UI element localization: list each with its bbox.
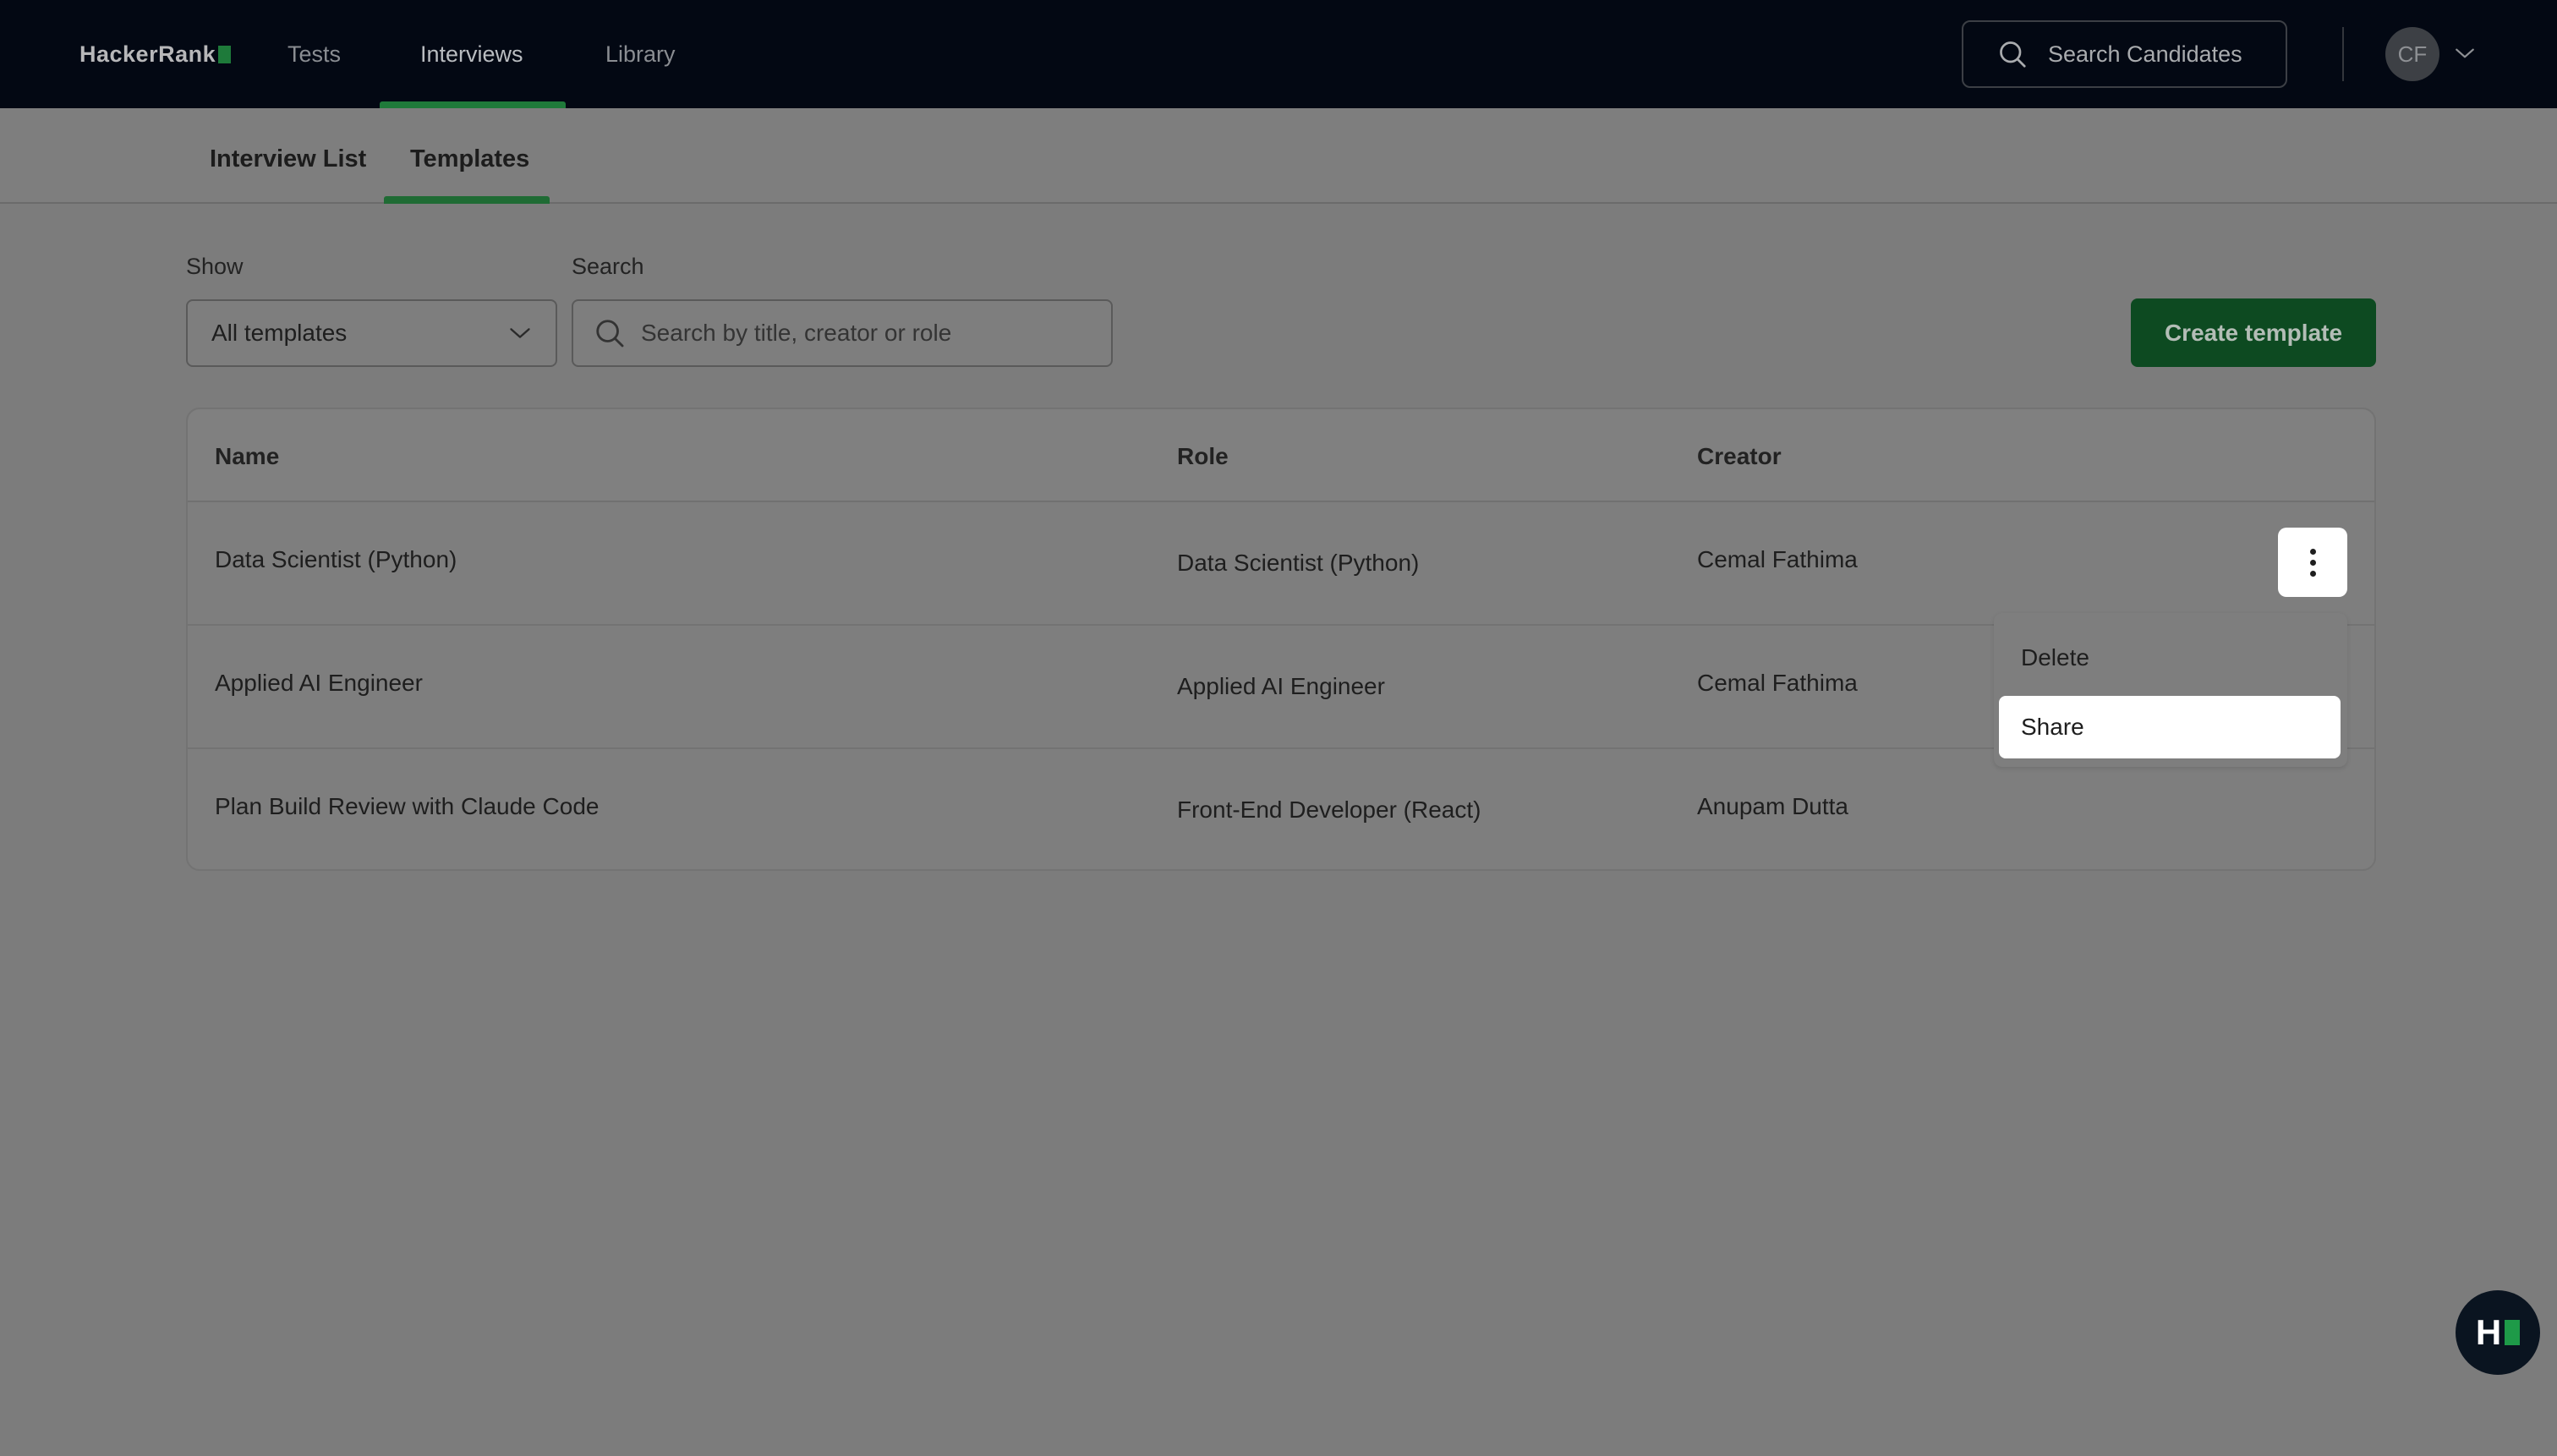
- table-header: Name Role Creator: [188, 409, 2374, 502]
- template-creator: Cemal Fathima: [1697, 670, 1858, 696]
- active-tab-indicator: [384, 196, 550, 204]
- template-name[interactable]: Plan Build Review with Claude Code: [215, 793, 599, 820]
- template-role: Data Scientist (Python): [1177, 550, 1420, 576]
- brand-mark-icon: [2505, 1320, 2521, 1345]
- show-label: Show: [186, 254, 244, 279]
- search-icon: [2000, 41, 2026, 68]
- template-search-field: [572, 299, 1113, 367]
- create-template-button[interactable]: Create template: [2131, 298, 2376, 367]
- template-name[interactable]: Applied AI Engineer: [215, 670, 423, 697]
- menu-item-delete[interactable]: Delete: [1999, 627, 2341, 689]
- active-nav-indicator: [380, 101, 566, 108]
- chevron-down-icon[interactable]: [2454, 44, 2476, 63]
- kebab-dot: [2309, 570, 2316, 577]
- help-chat-button[interactable]: H: [2456, 1290, 2540, 1375]
- nav-link-interviews[interactable]: Interviews: [420, 36, 523, 73]
- search-candidates-button[interactable]: Search Candidates: [1962, 20, 2287, 88]
- template-creator: Cemal Fathima: [1697, 546, 1858, 572]
- search-label: Search: [572, 254, 644, 279]
- hackerrank-logo[interactable]: HackerRank: [79, 39, 232, 69]
- menu-item-share[interactable]: Share: [1999, 696, 2341, 758]
- kebab-dot: [2309, 548, 2316, 555]
- template-creator: Anupam Dutta: [1697, 793, 1848, 819]
- table-row[interactable]: Data Scientist (Python) Data Scientist (…: [188, 502, 2374, 626]
- row-actions-menu: Delete Share: [1994, 613, 2347, 767]
- brand-name: HackerRank: [79, 41, 216, 67]
- column-header-role: Role: [1177, 443, 1229, 469]
- column-header-name: Name: [215, 443, 280, 469]
- show-select-value: All templates: [211, 320, 348, 346]
- column-header-creator: Creator: [1697, 443, 1782, 469]
- row-actions-kebab-button[interactable]: [2278, 528, 2347, 597]
- show-templates-select[interactable]: All templates: [186, 299, 557, 367]
- template-role: Front-End Developer (React): [1177, 796, 1481, 823]
- search-candidates-label: Search Candidates: [2048, 41, 2242, 67]
- template-role: Applied AI Engineer: [1177, 673, 1385, 699]
- search-icon: [596, 320, 624, 348]
- template-name[interactable]: Data Scientist (Python): [215, 546, 457, 573]
- tab-interview-list[interactable]: Interview List: [210, 145, 366, 173]
- user-avatar[interactable]: CF: [2385, 27, 2439, 81]
- table-row[interactable]: Plan Build Review with Claude Code Front…: [188, 749, 2374, 873]
- top-navigation: HackerRank Tests Interviews Library Sear…: [0, 0, 2557, 108]
- sub-tabs: Interview List Templates: [0, 108, 2557, 204]
- brand-mark-icon: [218, 45, 232, 63]
- kebab-dot: [2309, 559, 2316, 566]
- help-bubble-letter: H: [2475, 1312, 2502, 1352]
- chevron-down-icon: [510, 328, 530, 338]
- template-search-input[interactable]: [641, 320, 1098, 347]
- nav-divider: [2342, 27, 2344, 81]
- nav-link-library[interactable]: Library: [605, 36, 676, 73]
- tab-templates[interactable]: Templates: [410, 145, 529, 173]
- nav-link-tests[interactable]: Tests: [287, 36, 341, 73]
